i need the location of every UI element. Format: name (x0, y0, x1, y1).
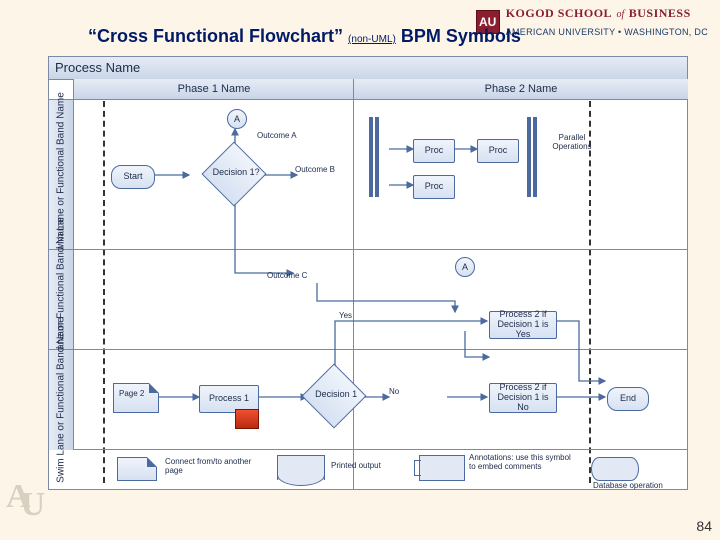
connector-a-top: A (227, 109, 247, 129)
legend-page-shape (117, 457, 157, 481)
flowchart-panel: Process Name Phase 1 Name Phase 2 Name S… (48, 56, 688, 490)
outcome-c-label: Outcome C (267, 271, 307, 280)
legend-doc-shape (277, 455, 325, 480)
slide: A U KOGOD SCHOOL of BUSINESS AMERICAN UNI… (0, 0, 720, 540)
lane-3-label: Swim Lane or Functional Band Name (56, 317, 67, 483)
brand-university: AMERICAN UNIVERSITY • WASHINGTON, DC (506, 27, 708, 37)
connectors (49, 57, 687, 489)
process-name-header: Process Name (49, 57, 687, 80)
legend-printed: Printed output (331, 461, 381, 470)
dashed-guide (589, 101, 591, 483)
parallel-close-bar (533, 117, 537, 197)
legend-db-shape (591, 457, 639, 481)
page-number: 84 (696, 518, 712, 534)
no-label: No (389, 387, 399, 396)
process-2-yes-node: Process 2 if Decision 1 is Yes (489, 311, 557, 339)
parallel-open-bar (369, 117, 373, 197)
legend-annotations: Annotations: use this symbol to embed co… (469, 453, 579, 471)
yes-label: Yes (339, 311, 352, 320)
subprocess-icon (235, 409, 259, 429)
dashed-guide (103, 101, 105, 483)
phase-1-header: Phase 1 Name (73, 79, 354, 100)
lane-3-header: Swim Lane or Functional Band Name (49, 349, 74, 450)
parallel-ops-label: Parallel Operations (547, 133, 597, 151)
decision-1-node: Decision 1 (311, 373, 357, 419)
lane-divider (73, 349, 687, 350)
proc-node: Proc (413, 175, 455, 199)
outcome-b-label: Outcome B (295, 165, 335, 174)
title-quoted: “Cross Functional Flowchart” (88, 26, 343, 46)
brand-school: KOGOD SCHOOL (506, 6, 612, 20)
legend-connect: Connect from/to another page (165, 457, 255, 475)
page-ref-node (113, 383, 159, 413)
page-ref-label: Page 2 (119, 389, 144, 398)
decision-1q-node: Decision 1? (211, 151, 257, 197)
legend-annotation-shape (419, 455, 465, 481)
title-tail: BPM Symbols (401, 26, 521, 46)
outcome-a-label: Outcome A (257, 131, 297, 140)
connector-a-mid: A (455, 257, 475, 277)
brand-text: KOGOD SCHOOL of BUSINESS AMERICAN UNIVER… (506, 4, 708, 40)
title-sub: (non-UML) (348, 34, 396, 45)
brand-of: of (617, 9, 625, 20)
start-node: Start (111, 165, 155, 189)
slide-title: “Cross Functional Flowchart” (non-UML) B… (88, 26, 521, 47)
watermark-u: U (21, 486, 46, 523)
process-2-no-node: Process 2 if Decision 1 is No (489, 383, 557, 413)
lane-divider (73, 449, 687, 450)
proc-node: Proc (477, 139, 519, 163)
phase-2-header: Phase 2 Name (353, 79, 688, 100)
proc-node: Proc (413, 139, 455, 163)
parallel-close-bar (527, 117, 531, 197)
lane-divider (73, 249, 687, 250)
phase-separator (353, 79, 354, 489)
brand-school2: BUSINESS (629, 6, 691, 20)
end-node: End (607, 387, 649, 411)
legend-database: Database operation (593, 481, 663, 490)
parallel-open-bar (375, 117, 379, 197)
